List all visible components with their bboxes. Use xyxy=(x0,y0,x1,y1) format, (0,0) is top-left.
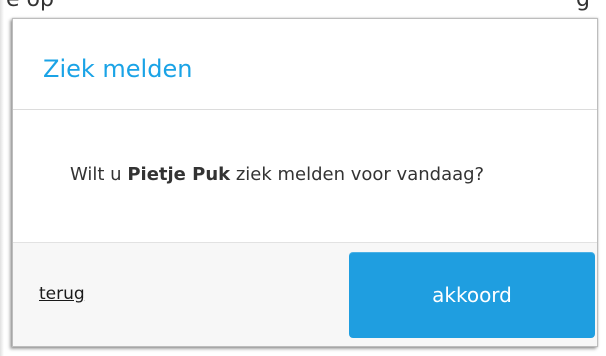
back-link[interactable]: terug xyxy=(39,283,85,305)
dialog-footer: terug akkoord xyxy=(13,243,597,346)
page-edge xyxy=(0,0,4,356)
dialog-header: Ziek melden xyxy=(13,19,597,110)
accept-button[interactable]: akkoord xyxy=(349,252,595,338)
dialog-body: Wilt u Pietje Puk ziek melden voor vanda… xyxy=(13,110,597,243)
sick-report-dialog: Ziek melden Wilt u Pietje Puk ziek melde… xyxy=(12,18,598,347)
background-text-right: g xyxy=(576,0,590,14)
background-text-left: e op xyxy=(6,0,54,14)
screen: e op g Ziek melden Wilt u Pietje Puk zie… xyxy=(0,0,606,356)
background-text-fragment: e op g xyxy=(0,0,606,14)
confirmation-message: Wilt u Pietje Puk ziek melden voor vanda… xyxy=(70,163,484,187)
message-suffix: ziek melden voor vandaag? xyxy=(230,164,485,185)
dialog-title: Ziek melden xyxy=(43,55,193,83)
person-name: Pietje Puk xyxy=(127,164,231,185)
message-prefix: Wilt u xyxy=(70,164,128,185)
